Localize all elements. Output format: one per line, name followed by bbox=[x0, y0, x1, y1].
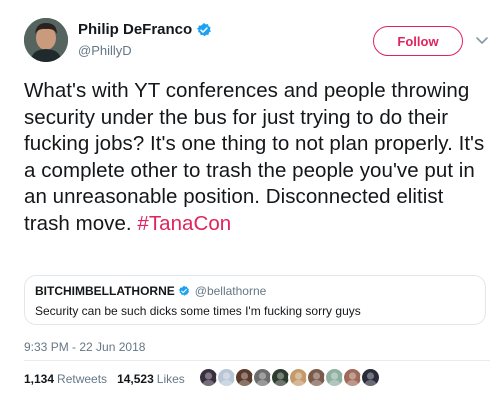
quoted-author-handle: @bellathorne bbox=[194, 284, 267, 298]
quoted-author-name: BITCHIMBELLATHORNE bbox=[35, 284, 175, 298]
verified-badge-icon bbox=[178, 285, 189, 296]
author-display-name-row[interactable]: Philip DeFranco bbox=[78, 21, 212, 38]
engagement-stats: 1,134 Retweets 14,523 Likes bbox=[24, 372, 195, 386]
retweets-count[interactable]: 1,134 bbox=[24, 372, 54, 386]
follow-button[interactable]: Follow bbox=[373, 26, 463, 56]
likes-label[interactable]: Likes bbox=[157, 372, 185, 386]
author-display-name[interactable]: Philip DeFranco bbox=[78, 21, 192, 38]
tweet-timestamp[interactable]: 9:33 PM - 22 Jun 2018 bbox=[24, 340, 145, 354]
avatar-image bbox=[24, 18, 68, 62]
likes-count[interactable]: 14,523 bbox=[117, 372, 154, 386]
author-avatar[interactable] bbox=[24, 18, 68, 62]
verified-badge-icon bbox=[196, 22, 211, 36]
retweets-label[interactable]: Retweets bbox=[57, 372, 107, 386]
liker-avatars bbox=[198, 367, 381, 388]
author-info: Philip DeFranco @PhillyD bbox=[78, 21, 212, 58]
quoted-tweet-header: BITCHIMBELLATHORNE @bellathorne bbox=[35, 284, 475, 298]
author-handle[interactable]: @PhillyD bbox=[78, 43, 212, 58]
tweet-body: What's with YT conferences and people th… bbox=[24, 78, 490, 237]
tweet-header: Philip DeFranco @PhillyD Follow bbox=[24, 18, 490, 70]
quoted-tweet-text: Security can be such dicks some times I'… bbox=[35, 304, 361, 318]
chevron-down-icon[interactable] bbox=[474, 32, 490, 48]
tweet-text: What's with YT conferences and people th… bbox=[24, 79, 485, 235]
liker-avatar[interactable] bbox=[360, 367, 381, 388]
quoted-tweet[interactable]: BITCHIMBELLATHORNE @bellathorne Security… bbox=[24, 275, 486, 325]
hashtag-link[interactable]: #TanaCon bbox=[137, 212, 231, 235]
divider bbox=[24, 360, 490, 361]
